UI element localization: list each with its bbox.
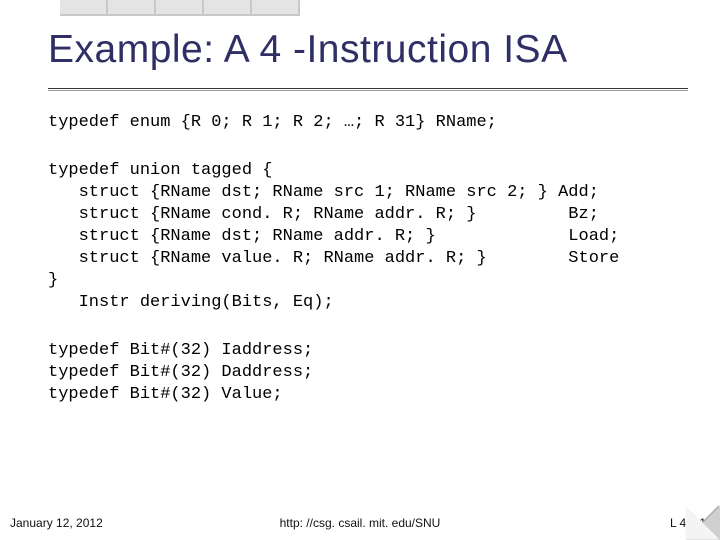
code-typedef-union: typedef union tagged { struct {RName dst…: [48, 160, 688, 314]
code-typedef-enum: typedef enum {R 0; R 1; R 2; …; R 31} RN…: [48, 112, 688, 134]
decorative-ribbons: [60, 0, 300, 16]
slide-title: Example: A 4 -Instruction ISA: [48, 28, 568, 72]
code-typedef-bit: typedef Bit#(32) Iaddress; typedef Bit#(…: [48, 340, 688, 406]
title-rule: [48, 88, 688, 90]
slide: Example: A 4 -Instruction ISA typedef en…: [0, 0, 720, 540]
page-curl-fold: [686, 506, 720, 540]
footer-url: http: //csg. csail. mit. edu/SNU: [0, 516, 720, 530]
